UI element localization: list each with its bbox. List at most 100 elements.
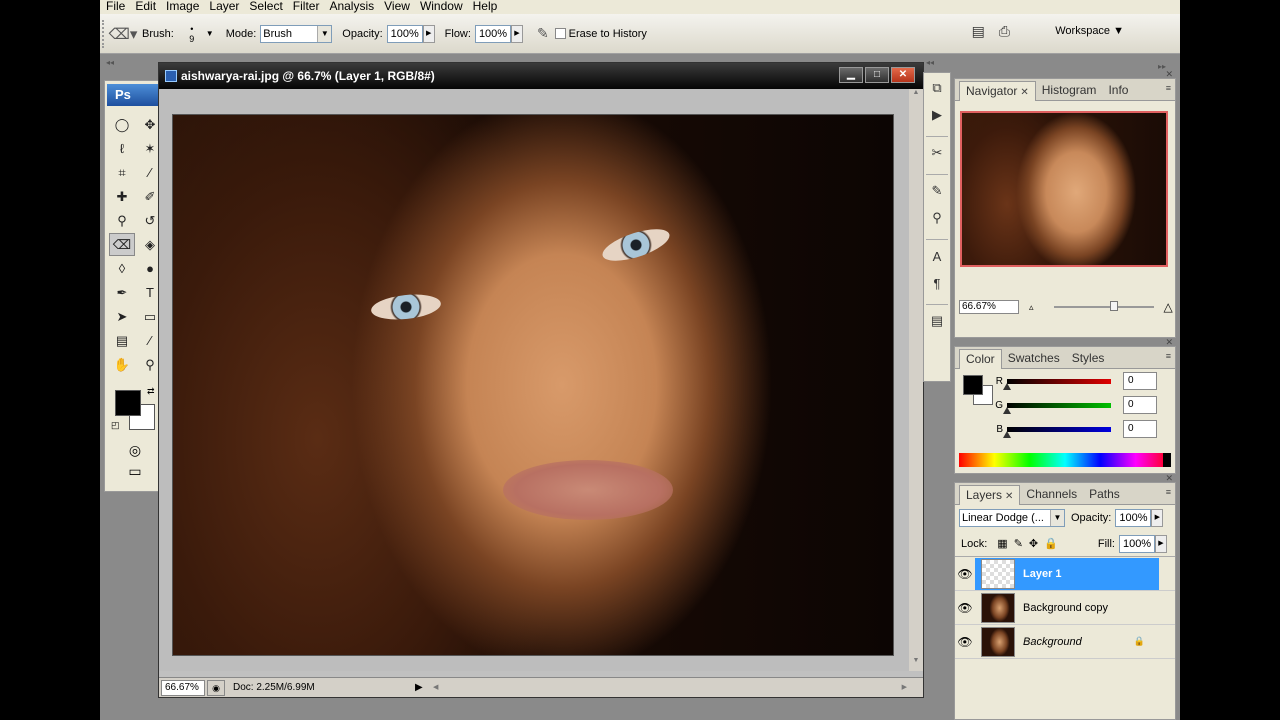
menu-window[interactable]: Window xyxy=(418,0,471,14)
zoom-slider-knob[interactable] xyxy=(1109,301,1118,311)
clone-source-icon[interactable]: ⚲ xyxy=(926,206,948,230)
brushes-panel-icon[interactable]: ✎ xyxy=(926,179,948,203)
tab-swatches[interactable]: Swatches xyxy=(1002,349,1066,368)
menu-select[interactable]: Select xyxy=(247,0,290,14)
zoom-in-icon[interactable]: △ xyxy=(1164,300,1173,314)
toolbox-collapse-icon[interactable]: ◂◂ xyxy=(106,58,114,67)
lock-transparency-icon[interactable]: ▦ xyxy=(997,537,1007,550)
layer-row[interactable]: 👁 Background 🔒 xyxy=(955,625,1175,659)
history-panel-icon[interactable]: ⧉ xyxy=(926,76,948,100)
airbrush-icon[interactable]: ✎ xyxy=(537,25,549,42)
layer-content[interactable]: Layer 1 xyxy=(975,557,1159,590)
channel-slider[interactable] xyxy=(1003,402,1111,414)
tab-color[interactable]: Color xyxy=(959,349,1002,369)
fill-arrow-icon[interactable]: ▶ xyxy=(1154,534,1167,553)
channel-slider[interactable] xyxy=(1003,426,1111,438)
swap-colors-icon[interactable]: ⇄ xyxy=(147,386,155,397)
blend-mode-select[interactable]: Linear Dodge (... ▼ xyxy=(959,509,1065,527)
color-ramp[interactable] xyxy=(959,453,1171,467)
navigator-thumbnail[interactable] xyxy=(960,111,1168,267)
blur-icon[interactable]: ◊ xyxy=(109,257,135,280)
eraser-tool-preset-icon[interactable]: ⌫▾ xyxy=(108,22,138,46)
minimize-button[interactable]: ▁ xyxy=(839,67,863,83)
navigator-zoom-slider[interactable] xyxy=(1053,301,1154,311)
maximize-button[interactable]: □ xyxy=(865,67,889,83)
menu-file[interactable]: File xyxy=(104,0,133,14)
lock-position-icon[interactable]: ✥ xyxy=(1029,537,1038,550)
tab-styles[interactable]: Styles xyxy=(1066,349,1111,368)
visibility-eye-icon[interactable]: 👁 xyxy=(955,567,975,581)
menu-analysis[interactable]: Analysis xyxy=(327,0,382,14)
menu-help[interactable]: Help xyxy=(471,0,506,14)
bridge-icon[interactable]: ⎙ xyxy=(999,23,1010,40)
erase-to-history-checkbox[interactable] xyxy=(554,28,566,39)
tool-presets-icon[interactable]: ✂ xyxy=(926,141,948,165)
layer-content[interactable]: Background 🔒 xyxy=(975,626,1159,658)
tab-navigator[interactable]: Navigator ✕ xyxy=(959,81,1036,101)
layer-opacity-arrow-icon[interactable]: ▶ xyxy=(1151,509,1164,527)
default-colors-icon[interactable]: ◰ xyxy=(111,420,120,431)
menu-image[interactable]: Image xyxy=(164,0,207,14)
quick-mask-icon[interactable]: ◎ xyxy=(105,442,165,459)
elliptical-marquee-icon[interactable]: ◯ xyxy=(109,113,135,136)
close-button[interactable]: ✕ xyxy=(891,67,915,83)
channel-value-input[interactable]: 0 xyxy=(1123,420,1157,438)
clone-stamp-icon[interactable]: ⚲ xyxy=(109,209,135,232)
panel-menu-icon[interactable]: ≡ xyxy=(1166,487,1171,497)
vertical-scrollbar[interactable]: ▲ ▼ xyxy=(909,89,923,671)
workspace-button[interactable]: Workspace ▼ xyxy=(1055,25,1124,37)
tab-close-icon[interactable]: ✕ xyxy=(1005,491,1013,502)
status-menu-icon[interactable]: ▶ xyxy=(415,682,429,693)
foreground-color[interactable] xyxy=(115,390,141,416)
eraser-icon[interactable]: ⌫ xyxy=(109,233,135,256)
palette-well-icon[interactable]: ▤ xyxy=(972,23,985,40)
opacity-input[interactable]: 100% xyxy=(386,24,423,43)
paragraph-panel-icon[interactable]: ¶ xyxy=(926,271,948,295)
ps-logo[interactable]: Ps xyxy=(107,84,163,106)
tab-close-icon[interactable]: ✕ xyxy=(1020,87,1028,98)
slider-triangle-icon[interactable] xyxy=(1003,406,1011,414)
color-fg-swatch[interactable] xyxy=(963,375,983,395)
channel-value-input[interactable]: 0 xyxy=(1123,396,1157,414)
navigator-zoom-field[interactable]: 66.67% xyxy=(959,300,1019,314)
portrait-photo[interactable] xyxy=(172,114,894,656)
status-info-icon[interactable]: ◉ xyxy=(207,679,225,696)
scroll-right-icon[interactable]: ▶ xyxy=(902,683,907,691)
healing-brush-icon[interactable]: ✚ xyxy=(109,185,135,208)
document-title-bar[interactable]: aishwarya-rai.jpg @ 66.7% (Layer 1, RGB/… xyxy=(159,63,923,89)
slider-triangle-icon[interactable] xyxy=(1003,382,1011,390)
tab-info[interactable]: Info xyxy=(1102,81,1134,100)
tab-paths[interactable]: Paths xyxy=(1083,485,1126,504)
scroll-down-icon[interactable]: ▼ xyxy=(909,657,923,671)
tab-channels[interactable]: Channels xyxy=(1020,485,1083,504)
crop-icon[interactable]: ⌗ xyxy=(109,161,135,184)
hand-icon[interactable]: ✋ xyxy=(109,353,135,376)
lock-pixels-icon[interactable]: ✎ xyxy=(1014,537,1023,550)
opacity-slider-toggle-icon[interactable]: ▶ xyxy=(422,24,435,43)
panel-menu-icon[interactable]: ≡ xyxy=(1166,351,1171,361)
slider-triangle-icon[interactable] xyxy=(1003,430,1011,438)
fill-input[interactable]: 100% xyxy=(1118,534,1155,553)
menu-layer[interactable]: Layer xyxy=(207,0,247,14)
layer-row[interactable]: 👁 Background copy xyxy=(955,591,1175,625)
tab-layers[interactable]: Layers ✕ xyxy=(959,485,1021,505)
tab-histogram[interactable]: Histogram xyxy=(1036,81,1103,100)
channel-slider[interactable] xyxy=(1003,378,1111,390)
character-panel-icon[interactable]: A xyxy=(926,244,948,268)
pen-icon[interactable]: ✒ xyxy=(109,281,135,304)
brush-picker[interactable]: • 9 xyxy=(178,24,206,44)
lasso-icon[interactable]: ℓ xyxy=(109,137,135,160)
flow-input[interactable]: 100% xyxy=(474,24,511,43)
layer-comps-icon[interactable]: ▤ xyxy=(926,309,948,333)
scroll-up-icon[interactable]: ▲ xyxy=(909,89,923,103)
mode-select[interactable]: Brush ▼ xyxy=(260,24,333,43)
panel-menu-icon[interactable]: ≡ xyxy=(1166,83,1171,93)
flow-slider-toggle-icon[interactable]: ▶ xyxy=(510,24,523,43)
status-zoom-field[interactable]: 66.67% xyxy=(161,679,205,696)
layer-content[interactable]: Background copy xyxy=(975,592,1159,624)
visibility-eye-icon[interactable]: 👁 xyxy=(955,601,975,615)
notes-icon[interactable]: ▤ xyxy=(109,329,135,352)
dock-expand-icon[interactable]: ◂◂ xyxy=(926,58,934,67)
actions-panel-icon[interactable]: ▶ xyxy=(926,103,948,127)
visibility-eye-icon[interactable]: 👁 xyxy=(955,635,975,649)
